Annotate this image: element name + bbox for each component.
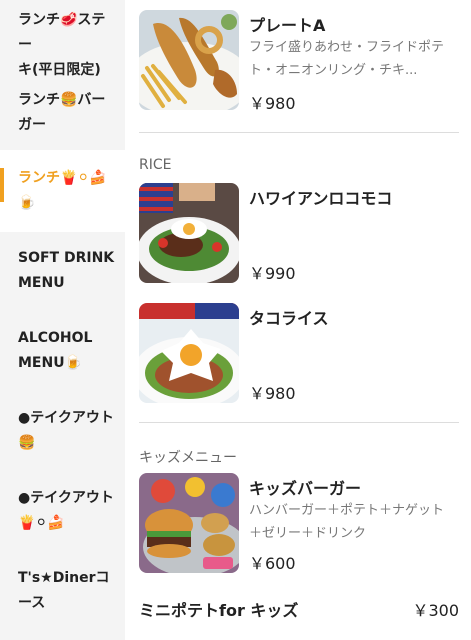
sidebar-item-takeout-burger[interactable]: ●テイクアウト 🍔 bbox=[0, 406, 125, 456]
sidebar-item-lunch-burger[interactable]: ランチ🍔バー ガー bbox=[0, 88, 125, 138]
category-sidebar: ランチ🥩ステー キ(平日限定) ランチ🍔バー ガー ランチ🍟⚪🍰 🍺 SOFT … bbox=[0, 0, 125, 640]
menu-item-price: ￥300 bbox=[412, 601, 459, 620]
menu-item-name: ハワイアンロコモコ bbox=[249, 189, 393, 208]
sidebar-item-label: ランチ🥩ステー bbox=[18, 12, 106, 53]
sidebar-item-label: 🍔 bbox=[18, 435, 36, 451]
menu-item-price: ￥980 bbox=[249, 94, 296, 113]
sidebar-item-takeout-plate[interactable]: ●テイクアウト 🍟⚪🍰 bbox=[0, 486, 125, 536]
sidebar-item-label: ●テイクアウト bbox=[18, 490, 114, 506]
sidebar-item-label: キ(平日限定) bbox=[18, 62, 101, 78]
sidebar-item-label: MENU bbox=[18, 275, 65, 291]
divider bbox=[139, 422, 459, 423]
sidebar-item-lunch-steak[interactable]: ランチ🥩ステー キ(平日限定) bbox=[0, 8, 125, 83]
menu-item-name: タコライス bbox=[249, 309, 329, 328]
sidebar-item-label: 🍟⚪🍰 bbox=[18, 515, 65, 531]
menu-list: プレートA フライ盛りあわせ・フライドポテト・オニオンリング・チキ... ￥98… bbox=[125, 0, 471, 640]
menu-item-price: ￥990 bbox=[249, 264, 296, 283]
menu-item-loco-moco[interactable]: ハワイアンロコモコ ￥990 bbox=[139, 183, 459, 283]
sidebar-item-label: ース bbox=[18, 595, 46, 611]
menu-item-taco-rice[interactable]: タコライス ￥980 bbox=[139, 303, 459, 403]
menu-item-name: プレートA bbox=[249, 16, 326, 35]
sidebar-item-label: ランチ🍔バー bbox=[18, 92, 106, 108]
menu-item-price: ￥600 bbox=[249, 554, 296, 573]
menu-item-name: キッズバーガー bbox=[249, 479, 362, 498]
kids-burger-photo bbox=[139, 473, 239, 573]
menu-item-mini-potato[interactable]: ミニポテトfor キッズ ￥300 bbox=[139, 597, 459, 620]
active-indicator bbox=[0, 168, 4, 202]
sidebar-item-label: MENU🍺 bbox=[18, 355, 83, 371]
sidebar-item-label: SOFT DRINK bbox=[18, 250, 115, 266]
menu-item-description: ハンバーガー＋ポテト＋ナゲット＋ゼリー＋ドリンク bbox=[249, 503, 445, 541]
sidebar-item-label: T's★Dinerコ bbox=[18, 570, 110, 586]
menu-item-price: ￥980 bbox=[249, 384, 296, 403]
sidebar-item-label: ALCOHOL bbox=[18, 330, 93, 346]
taco-rice-photo bbox=[139, 303, 239, 403]
sidebar-item-alcohol[interactable]: ALCOHOL MENU🍺 bbox=[0, 326, 125, 376]
sidebar-item-label: ランチ🍟⚪🍰 bbox=[18, 170, 107, 186]
sidebar-item-label: ●テイクアウト bbox=[18, 410, 114, 426]
sidebar-item-lunch-plate[interactable]: ランチ🍟⚪🍰 🍺 bbox=[0, 150, 125, 232]
section-header-kids: キッズメニュー bbox=[139, 450, 237, 466]
menu-item-description: フライ盛りあわせ・フライドポテト・オニオンリング・チキ... bbox=[249, 40, 445, 78]
loco-moco-photo bbox=[139, 183, 239, 283]
menu-item-plate-a[interactable]: プレートA フライ盛りあわせ・フライドポテト・オニオンリング・チキ... ￥98… bbox=[139, 10, 459, 113]
menu-item-name: ミニポテトfor キッズ bbox=[139, 601, 299, 620]
divider bbox=[139, 132, 459, 133]
sidebar-item-label: 🍺 bbox=[18, 195, 36, 211]
sidebar-item-label: ガー bbox=[18, 117, 46, 133]
section-header-rice: RICE bbox=[139, 157, 172, 173]
plate-a-photo bbox=[139, 10, 239, 110]
menu-item-kids-burger[interactable]: キッズバーガー ハンバーガー＋ポテト＋ナゲット＋ゼリー＋ドリンク ￥600 bbox=[139, 473, 459, 573]
sidebar-item-dinner-course[interactable]: T's★Dinerコ ース bbox=[0, 566, 125, 616]
sidebar-item-soft-drink[interactable]: SOFT DRINK MENU bbox=[0, 246, 125, 296]
